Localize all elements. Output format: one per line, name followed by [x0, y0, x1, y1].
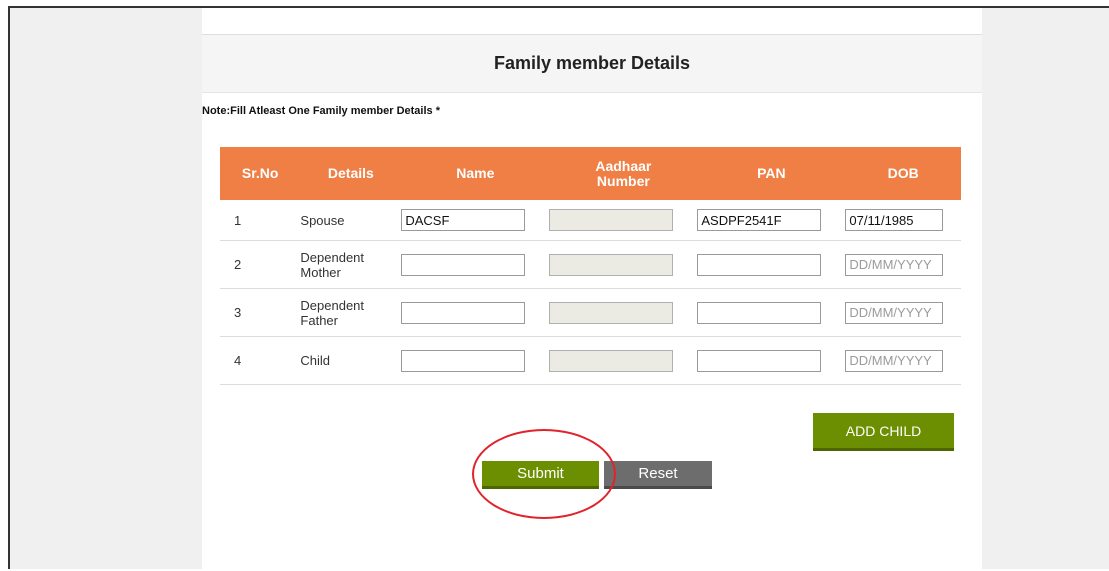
father-aadhaar-input [549, 301, 674, 324]
spouse-aadhaar-input [549, 209, 674, 231]
sr-no-cell: 2 [220, 240, 301, 289]
details-cell: Child [300, 336, 402, 385]
table-header-row: Sr.No Details Name Aadhaar Number PAN DO… [220, 147, 961, 200]
child-name-input[interactable] [401, 349, 526, 372]
section-header: Family member Details [202, 35, 982, 93]
section-title: Family member Details [493, 53, 691, 73]
details-cell: Spouse [300, 200, 402, 241]
child-pan-input[interactable] [697, 349, 822, 372]
column-header-details: Details [300, 147, 402, 200]
child-dob-input[interactable] [845, 349, 944, 372]
spouse-dob-input[interactable] [845, 209, 944, 231]
table-row-child: 4 Child [220, 336, 961, 385]
family-members-table: Sr.No Details Name Aadhaar Number PAN DO… [220, 147, 961, 385]
mother-pan-input[interactable] [697, 253, 822, 276]
table-row-spouse: 1 Spouse [220, 200, 961, 241]
aadhaar-header-line1: Aadhaar [595, 157, 652, 174]
form-note: Note:Fill Atleast One Family member Deta… [202, 105, 440, 117]
father-pan-input[interactable] [697, 301, 822, 324]
column-header-pan: PAN [697, 147, 846, 200]
column-header-name: Name [401, 147, 550, 200]
details-cell: Dependent Mother [300, 240, 402, 289]
spouse-pan-input[interactable] [697, 209, 822, 231]
table-row-dependent-mother: 2 Dependent Mother [220, 240, 961, 289]
mother-name-input[interactable] [401, 253, 526, 276]
father-name-input[interactable] [401, 301, 526, 324]
add-child-button[interactable]: ADD CHILD [813, 413, 954, 451]
sr-no-cell: 1 [220, 200, 301, 241]
sr-no-cell: 4 [220, 336, 301, 385]
browser-viewport: Family member Details Note:Fill Atleast … [8, 6, 1109, 571]
column-header-sr-no: Sr.No [220, 147, 301, 200]
table-row-dependent-father: 3 Dependent Father [220, 288, 961, 337]
aadhaar-header-line2: Number [596, 172, 650, 189]
submit-button[interactable]: Submit [482, 461, 599, 489]
details-cell: Dependent Father [300, 288, 402, 337]
form-panel: Family member Details Note:Fill Atleast … [202, 8, 982, 571]
mother-dob-input[interactable] [845, 253, 944, 276]
father-dob-input[interactable] [845, 301, 944, 324]
reset-button[interactable]: Reset [604, 461, 712, 489]
column-header-dob: DOB [845, 147, 961, 200]
spouse-name-input[interactable] [401, 209, 526, 231]
sr-no-cell: 3 [220, 288, 301, 337]
mother-aadhaar-input [549, 253, 674, 276]
column-header-aadhaar-number: Aadhaar Number [549, 147, 698, 200]
panel-top-spacer [202, 8, 982, 35]
child-aadhaar-input [549, 349, 674, 372]
